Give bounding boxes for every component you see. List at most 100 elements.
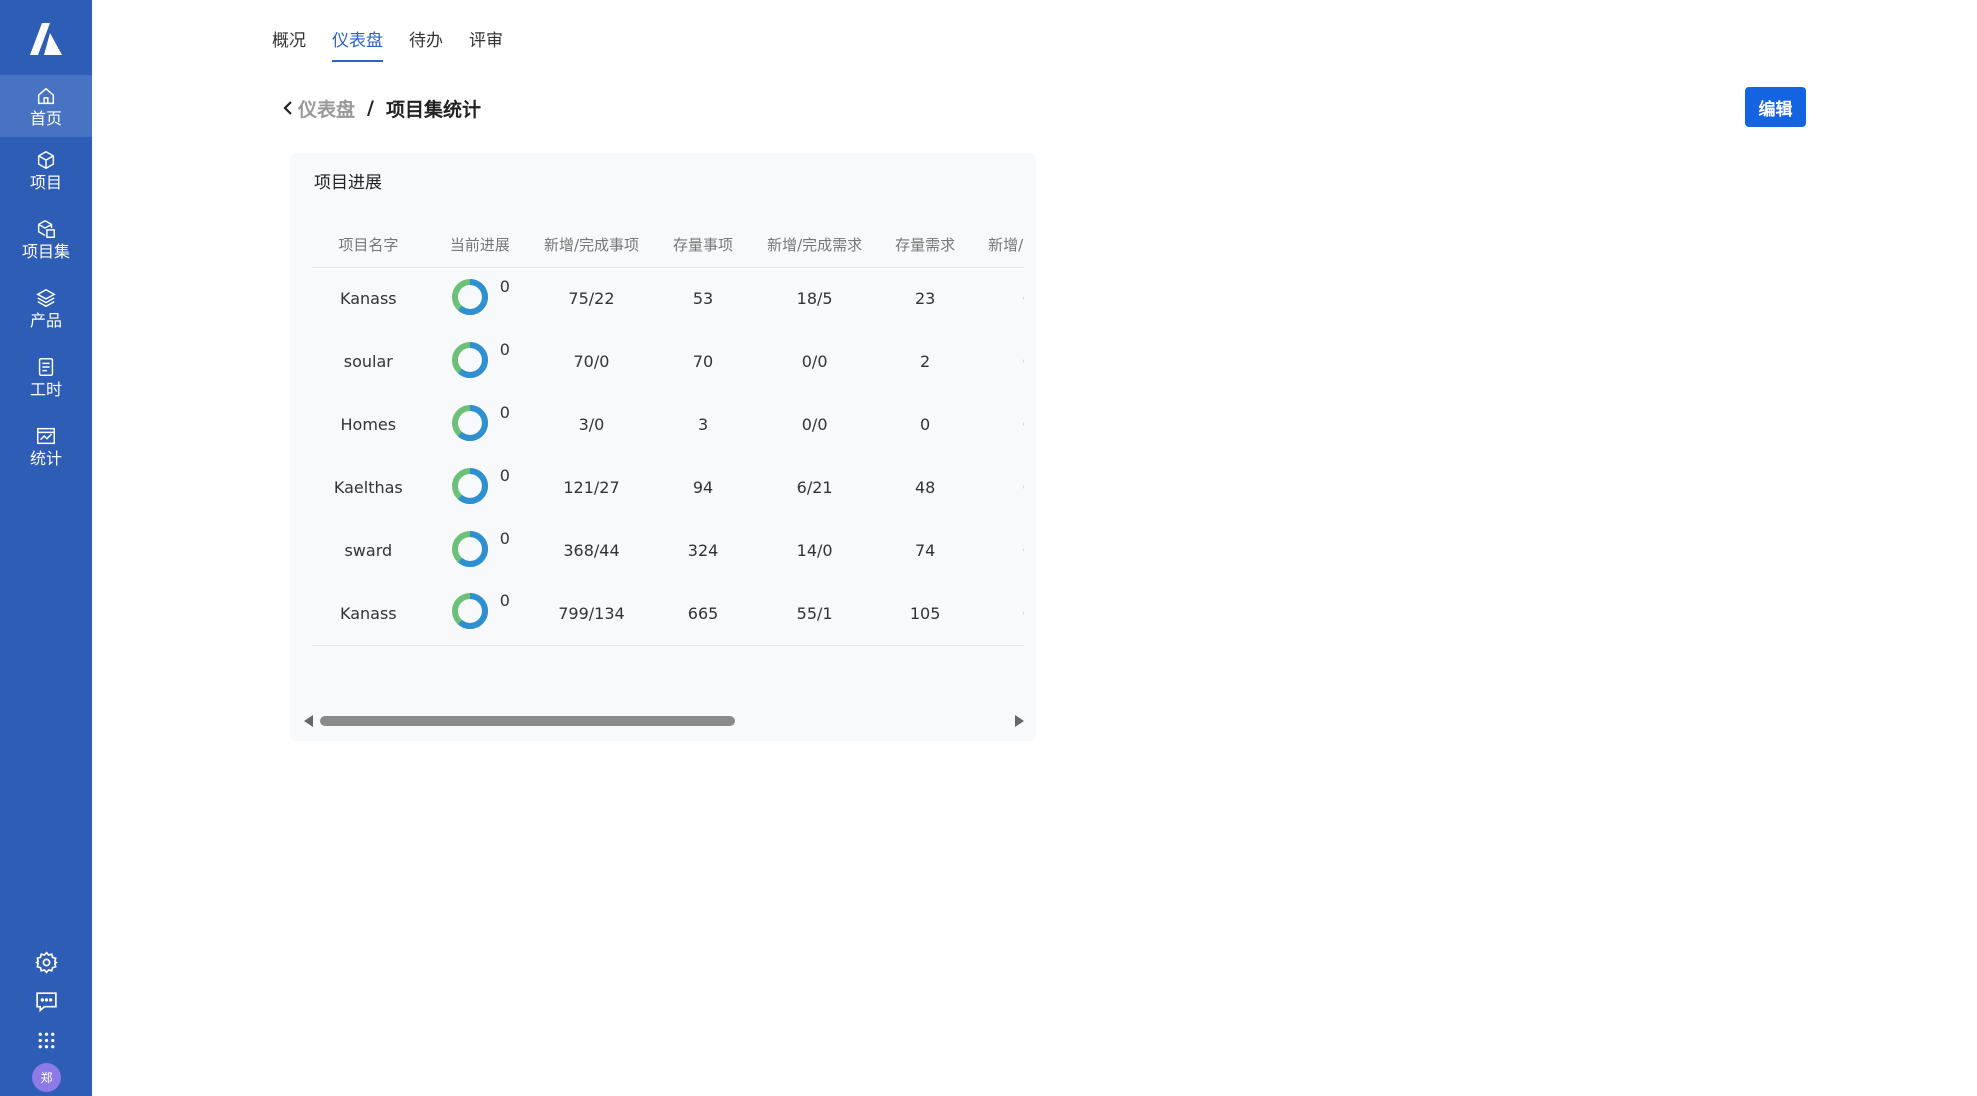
tab-todo[interactable]: 待办: [409, 30, 443, 62]
sidebar-item-statistics[interactable]: 统计: [0, 415, 92, 477]
progress-ring-icon: [451, 530, 488, 567]
logo-icon: [30, 22, 62, 55]
scroll-right-arrow[interactable]: [1015, 715, 1024, 727]
back-link[interactable]: 仪表盘: [280, 95, 355, 122]
sidebar-item-home[interactable]: 首页: [0, 75, 92, 137]
project-name-cell: Kanass: [312, 582, 425, 646]
apps-button[interactable]: [0, 1021, 92, 1059]
statistics-icon: [37, 427, 55, 444]
column-header: 新增/完成任务: [979, 223, 1024, 268]
layers-icon: [36, 288, 56, 307]
tasks-cell: 0/0: [979, 330, 1024, 393]
progress-ring-icon: [451, 467, 488, 504]
stock-requirements-cell: 74: [914, 541, 936, 560]
sidebar-item-label: 项目: [29, 172, 62, 192]
home-icon: [37, 87, 55, 104]
message-icon: [35, 991, 57, 1012]
project-set-icon: [37, 219, 55, 238]
edit-button[interactable]: 编辑: [1745, 87, 1806, 127]
horizontal-scrollbar[interactable]: [304, 713, 1024, 729]
cube-icon: [37, 150, 55, 169]
requirements-cell: 6/21: [796, 478, 833, 497]
table-row: Kanass 0 799/134 665 55/1 105 0/0: [312, 582, 1024, 646]
stock-requirements-cell: 0: [920, 415, 931, 434]
items-cell: 75/22: [568, 289, 615, 309]
tab-review[interactable]: 评审: [469, 30, 503, 62]
column-header: 存量事项: [647, 223, 759, 268]
requirements-cell: 14/0: [796, 541, 833, 560]
sidebar-item-label: 产品: [29, 310, 62, 330]
progress-value: 0: [499, 339, 510, 359]
stock-items-cell: 94: [692, 478, 714, 497]
chevron-left-icon: [283, 101, 292, 115]
column-header: 新增/完成事项: [535, 223, 648, 268]
progress-ring-icon: [451, 278, 488, 315]
tasks-cell: 0/0: [979, 582, 1024, 646]
column-header: 新增/完成需求: [758, 223, 871, 268]
table-row: Kanass 0 75/22 53 18/5 23 0/9: [312, 267, 1024, 330]
tasks-cell: 0/9: [979, 267, 1024, 330]
worklog-icon: [38, 357, 54, 376]
sidebar-item-project-set[interactable]: 项目集: [0, 208, 92, 270]
table-viewport[interactable]: 项目名字 当前进展 新增/完成事项 存量事项 新增/完成需求 存量需求 新增/完…: [312, 223, 1024, 655]
items-cell: 121/27: [563, 478, 620, 497]
stock-items-cell: 70: [692, 352, 714, 371]
progress-cell: 0: [425, 519, 536, 582]
stock-items-cell: 3: [697, 415, 709, 434]
progress-ring-icon: [451, 593, 488, 630]
breadcrumb-separator: /: [367, 97, 374, 119]
requirements-cell: 18/5: [796, 289, 833, 309]
sidebar-item-label: 工时: [29, 379, 62, 399]
app-logo[interactable]: [0, 0, 92, 75]
project-name-cell: Kanass: [340, 289, 397, 309]
sidebar-item-worklog[interactable]: 工时: [0, 346, 92, 408]
sidebar-item-label: 首页: [29, 108, 62, 128]
tab-dashboard[interactable]: 仪表盘: [332, 30, 383, 62]
sidebar-item-product[interactable]: 产品: [0, 277, 92, 339]
tasks-cell: 0/6: [979, 456, 1024, 519]
stock-requirements-cell: 105: [870, 582, 980, 646]
items-cell: 799/134: [535, 582, 648, 646]
column-header: 存量需求: [870, 223, 980, 268]
items-cell: 3/0: [578, 415, 605, 434]
breadcrumb: 仪表盘 / 项目集统计: [280, 94, 481, 122]
stock-items-cell: 665: [647, 582, 759, 646]
stock-requirements-cell: 23: [914, 289, 936, 309]
progress-cell: 0: [425, 330, 536, 393]
progress-value: 0: [499, 465, 510, 485]
table-row: Kaelthas 0 121/27 94 6/21 48 0/6: [312, 456, 1024, 519]
progress-value: 0: [499, 591, 510, 611]
requirements-cell: 55/1: [758, 582, 871, 646]
table-header-row: 项目名字 当前进展 新增/完成事项 存量事项 新增/完成需求 存量需求 新增/完…: [312, 223, 1024, 268]
progress-cell: 0: [425, 267, 536, 330]
progress-value: 0: [499, 402, 510, 422]
progress-ring-icon: [451, 341, 488, 378]
items-cell: 70/0: [573, 352, 610, 371]
project-name-cell: Kaelthas: [333, 478, 403, 497]
avatar[interactable]: 郑: [32, 1063, 61, 1092]
progress-cell: 0: [425, 393, 536, 456]
project-progress-widget: 项目进展 项目名字 当前进展 新增/完成事项 存量事项 新增/完成需求 存量需求…: [290, 153, 1036, 741]
sidebar: 首页 项目 项目集 产品 工时 统计 郑: [0, 0, 92, 1096]
stock-requirements-cell: 48: [914, 478, 936, 497]
table-row: soular 0 70/0 70 0/0 2 0/0: [312, 330, 1024, 393]
items-cell: 368/44: [563, 541, 620, 560]
scroll-thumb[interactable]: [320, 716, 735, 726]
page-title: 项目集统计: [385, 98, 481, 121]
progress-value: 0: [499, 528, 510, 548]
sidebar-item-project[interactable]: 项目: [0, 139, 92, 201]
gear-icon: [34, 950, 58, 974]
scroll-left-arrow[interactable]: [304, 715, 313, 727]
table-row: Homes 0 3/0 3 0/0 0 0/0: [312, 393, 1024, 456]
settings-button[interactable]: [0, 943, 92, 981]
widget-title: 项目进展: [314, 173, 382, 193]
stock-items-cell: 324: [687, 541, 719, 560]
tasks-cell: 0/0: [979, 519, 1024, 582]
table-row: sward 0 368/44 324 14/0 74 0/0: [312, 519, 1024, 582]
tab-overview[interactable]: 概况: [272, 30, 306, 62]
project-name-cell: Homes: [340, 415, 397, 434]
breadcrumb-parent: 仪表盘: [298, 98, 356, 121]
tasks-cell: 0/0: [979, 393, 1024, 456]
project-name-cell: soular: [343, 352, 393, 371]
message-button[interactable]: [0, 982, 92, 1020]
